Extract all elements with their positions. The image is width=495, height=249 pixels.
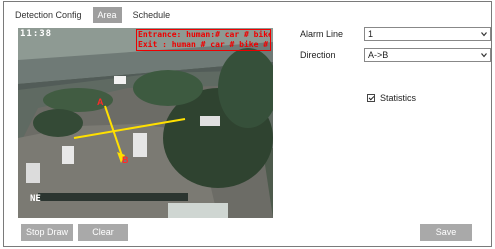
tab-bar: Detection Config Area Schedule <box>10 7 181 23</box>
alarm-line-select[interactable]: 1 <box>364 27 491 41</box>
alarm-line-overlay[interactable]: A B <box>18 28 273 218</box>
alarm-line-label: Alarm Line <box>300 29 344 39</box>
marker-b: B <box>122 155 129 165</box>
direction-select[interactable]: A->B <box>364 48 491 62</box>
stop-draw-button[interactable]: Stop Draw <box>21 224 73 241</box>
line-settings-form: Alarm Line 1 Direction A->B <box>300 27 495 69</box>
tab-schedule[interactable]: Schedule <box>128 7 176 23</box>
tab-detection-config[interactable]: Detection Config <box>10 7 87 23</box>
chevron-down-icon <box>481 53 487 58</box>
statistics-option[interactable]: Statistics <box>367 93 416 103</box>
statistics-label: Statistics <box>380 93 417 103</box>
save-button[interactable]: Save <box>420 224 472 241</box>
clear-button[interactable]: Clear <box>78 224 128 241</box>
video-camera-label: NE <box>30 194 41 204</box>
direction-row: Direction A->B <box>300 48 495 62</box>
alarm-line-value: 1 <box>368 29 374 39</box>
alarm-line[interactable] <box>73 118 186 139</box>
alarm-line-row: Alarm Line 1 <box>300 27 495 41</box>
tab-area[interactable]: Area <box>92 7 122 23</box>
statistics-checkbox[interactable] <box>367 94 375 102</box>
chevron-down-icon <box>481 32 487 37</box>
direction-value: A->B <box>368 50 389 60</box>
video-preview[interactable]: 11:38 Entrance: human:# car # bike#1 Exi… <box>18 28 273 218</box>
marker-a: A <box>97 97 104 107</box>
direction-label: Direction <box>300 50 336 60</box>
